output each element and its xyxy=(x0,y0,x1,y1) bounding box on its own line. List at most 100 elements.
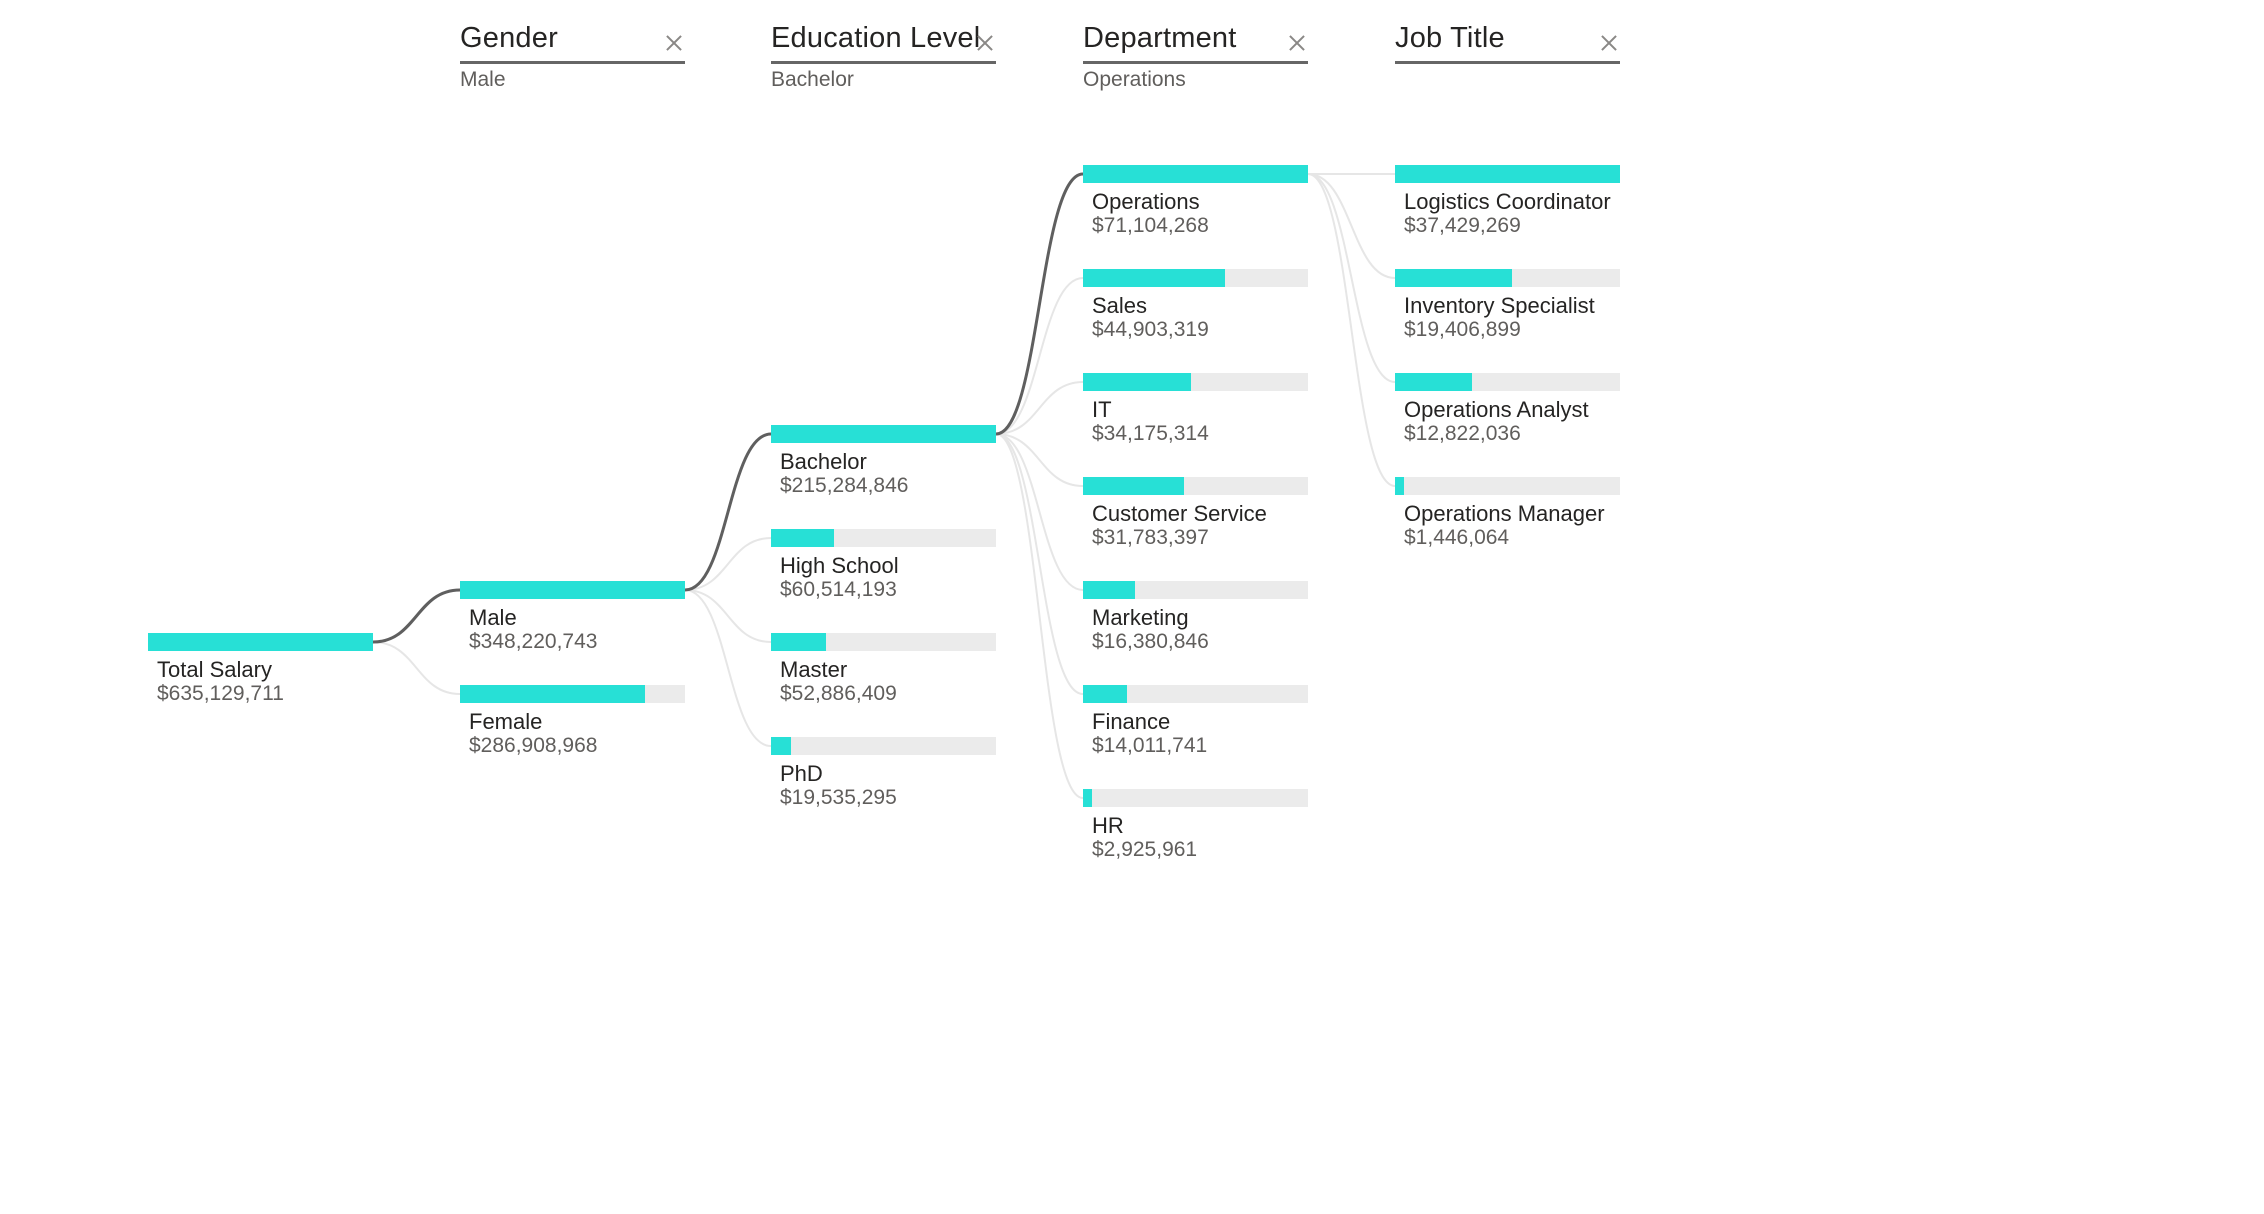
node-label: High School xyxy=(780,553,899,578)
bar-fill xyxy=(1395,373,1472,391)
node-job-operations-analyst[interactable]: Operations Analyst $12,822,036 xyxy=(1395,373,1620,473)
bar-track xyxy=(771,737,996,755)
node-department-sales[interactable]: Sales $44,903,319 xyxy=(1083,269,1308,369)
node-label: Marketing xyxy=(1092,605,1189,630)
node-value: $19,406,899 xyxy=(1404,318,1521,341)
bar-fill xyxy=(1083,373,1191,391)
node-department-finance[interactable]: Finance $14,011,741 xyxy=(1083,685,1308,785)
bar-fill xyxy=(1083,789,1092,807)
node-label: Operations Manager xyxy=(1404,501,1605,526)
node-department-customer-service[interactable]: Customer Service $31,783,397 xyxy=(1083,477,1308,577)
node-label: Sales xyxy=(1092,293,1148,318)
node-label: Master xyxy=(780,657,848,682)
bar-fill xyxy=(1083,269,1225,287)
node-label: IT xyxy=(1092,397,1112,422)
node-department-it[interactable]: IT $34,175,314 xyxy=(1083,373,1308,473)
node-value: $215,284,846 xyxy=(780,474,909,497)
node-label: Male xyxy=(469,605,517,630)
connector-line xyxy=(684,537,772,591)
node-value: $37,429,269 xyxy=(1404,214,1521,237)
level-header-job-title: Job Title xyxy=(1395,0,1620,64)
bar-fill xyxy=(1083,477,1184,495)
close-icon[interactable] xyxy=(1286,32,1308,54)
node-value: $34,175,314 xyxy=(1092,422,1209,445)
connector-line xyxy=(684,589,772,643)
level-selection: Operations xyxy=(1083,68,1186,91)
node-label: Finance xyxy=(1092,709,1171,734)
level-selection: Male xyxy=(460,68,506,91)
node-value: $348,220,743 xyxy=(469,630,598,653)
connector-line xyxy=(684,589,772,747)
node-value: $14,011,741 xyxy=(1092,734,1208,757)
close-icon[interactable] xyxy=(974,32,996,54)
connector-line xyxy=(372,641,461,695)
bar-fill xyxy=(1083,581,1135,599)
node-gender-male[interactable]: Male $348,220,743 xyxy=(460,581,685,681)
bar-fill xyxy=(1395,477,1404,495)
node-label: Operations Analyst xyxy=(1404,397,1589,422)
node-job-inventory-specialist[interactable]: Inventory Specialist $19,406,899 xyxy=(1395,269,1620,369)
bar-fill xyxy=(771,529,834,547)
level-header-department: Department xyxy=(1083,0,1308,64)
bar-fill xyxy=(460,685,645,703)
node-value: $16,380,846 xyxy=(1092,630,1209,653)
connector-line-active xyxy=(995,172,1084,436)
node-department-hr[interactable]: HR $2,925,961 xyxy=(1083,789,1308,889)
connector-line xyxy=(1307,173,1396,383)
node-education-high-school[interactable]: High School $60,514,193 xyxy=(771,529,996,629)
node-education-master[interactable]: Master $52,886,409 xyxy=(771,633,996,733)
node-label: Inventory Specialist xyxy=(1404,293,1595,318)
node-label: Bachelor xyxy=(780,449,867,474)
node-value: $31,783,397 xyxy=(1092,526,1209,549)
bar-fill xyxy=(1395,165,1620,183)
connector-line xyxy=(1307,173,1396,279)
node-job-operations-manager[interactable]: Operations Manager $1,446,064 xyxy=(1395,477,1620,577)
node-label: Operations xyxy=(1092,189,1200,214)
bar-track xyxy=(1395,477,1620,495)
bar-fill xyxy=(1083,165,1308,183)
node-label: Customer Service xyxy=(1092,501,1267,526)
bar-fill xyxy=(771,425,996,443)
node-value: $635,129,711 xyxy=(157,682,284,705)
bar-fill xyxy=(460,581,685,599)
bar-track xyxy=(1083,789,1308,807)
level-title: Job Title xyxy=(1395,22,1505,54)
connector-line-active xyxy=(684,432,772,592)
bar-fill xyxy=(148,633,373,651)
node-education-bachelor[interactable]: Bachelor $215,284,846 xyxy=(771,425,996,525)
level-title: Gender xyxy=(460,22,558,54)
node-value: $1,446,064 xyxy=(1404,526,1510,549)
level-header-gender: Gender xyxy=(460,0,685,64)
bar-fill xyxy=(1083,685,1127,703)
node-value: $286,908,968 xyxy=(469,734,598,757)
node-value: $19,535,295 xyxy=(780,786,897,809)
close-icon[interactable] xyxy=(1598,32,1620,54)
node-department-marketing[interactable]: Marketing $16,380,846 xyxy=(1083,581,1308,681)
node-label: PhD xyxy=(780,761,823,786)
node-label: Female xyxy=(469,709,543,734)
node-gender-female[interactable]: Female $286,908,968 xyxy=(460,685,685,785)
node-label: Total Salary xyxy=(157,657,272,682)
level-title: Department xyxy=(1083,22,1237,54)
root-node-total-salary[interactable]: Total Salary $635,129,711 xyxy=(148,633,373,733)
connector-line-active xyxy=(372,588,461,644)
connector-line xyxy=(1307,173,1396,487)
node-value: $12,822,036 xyxy=(1404,422,1521,445)
close-icon[interactable] xyxy=(663,32,685,54)
bar-fill xyxy=(1395,269,1512,287)
node-value: $60,514,193 xyxy=(780,578,897,601)
node-education-phd[interactable]: PhD $19,535,295 xyxy=(771,737,996,837)
node-job-logistics-coordinator[interactable]: Logistics Coordinator $37,429,269 xyxy=(1395,165,1620,265)
level-title: Education Level xyxy=(771,22,981,54)
bar-fill xyxy=(771,737,791,755)
bar-fill xyxy=(771,633,826,651)
node-department-operations[interactable]: Operations $71,104,268 xyxy=(1083,165,1308,265)
node-label: Logistics Coordinator xyxy=(1404,189,1611,214)
level-header-education-level: Education Level xyxy=(771,0,996,64)
level-selection: Bachelor xyxy=(771,68,854,91)
connector-line xyxy=(995,433,1084,695)
node-value: $52,886,409 xyxy=(780,682,897,705)
node-value: $2,925,961 xyxy=(1092,838,1198,861)
connector-line xyxy=(995,433,1084,799)
node-label: HR xyxy=(1092,813,1124,838)
